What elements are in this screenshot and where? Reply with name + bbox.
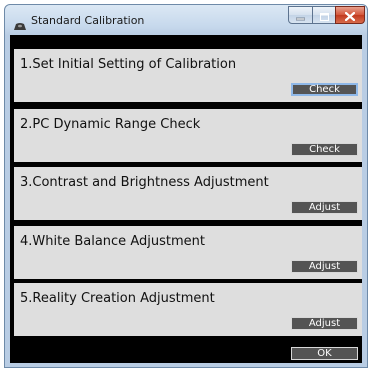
projector-icon [13,16,27,30]
close-icon [344,6,356,25]
check-initial-setting-button[interactable]: Check [291,83,358,96]
minimize-button[interactable] [288,6,313,24]
section-label: 2.PC Dynamic Range Check [20,117,201,132]
title-bar[interactable]: Standard Calibration [5,5,367,35]
section-white-balance: 4.White Balance Adjustment Adjust [14,226,362,279]
section-label: 4.White Balance Adjustment [20,234,205,249]
adjust-white-balance-button[interactable]: Adjust [291,260,358,273]
close-button[interactable] [335,6,365,24]
adjust-contrast-brightness-button[interactable]: Adjust [291,201,358,214]
calibration-window: Standard Calibration 1.Set Initial Setti… [4,4,368,368]
window-title: Standard Calibration [31,14,145,27]
section-label: 5.Reality Creation Adjustment [20,291,215,306]
minimize-icon [295,6,306,25]
section-label: 3.Contrast and Brightness Adjustment [20,175,269,190]
ok-button[interactable]: OK [291,347,358,360]
section-label: 1.Set Initial Setting of Calibration [20,57,237,72]
section-contrast-brightness: 3.Contrast and Brightness Adjustment Adj… [14,167,362,220]
section-dynamic-range: 2.PC Dynamic Range Check Check [14,109,362,162]
section-initial-setting: 1.Set Initial Setting of Calibration Che… [14,49,362,102]
maximize-button[interactable] [312,6,336,24]
adjust-reality-creation-button[interactable]: Adjust [291,317,358,330]
maximize-icon [319,6,329,25]
section-reality-creation: 5.Reality Creation Adjustment Adjust [14,283,362,336]
client-area: 1.Set Initial Setting of Calibration Che… [10,35,362,363]
check-dynamic-range-button[interactable]: Check [291,143,358,156]
